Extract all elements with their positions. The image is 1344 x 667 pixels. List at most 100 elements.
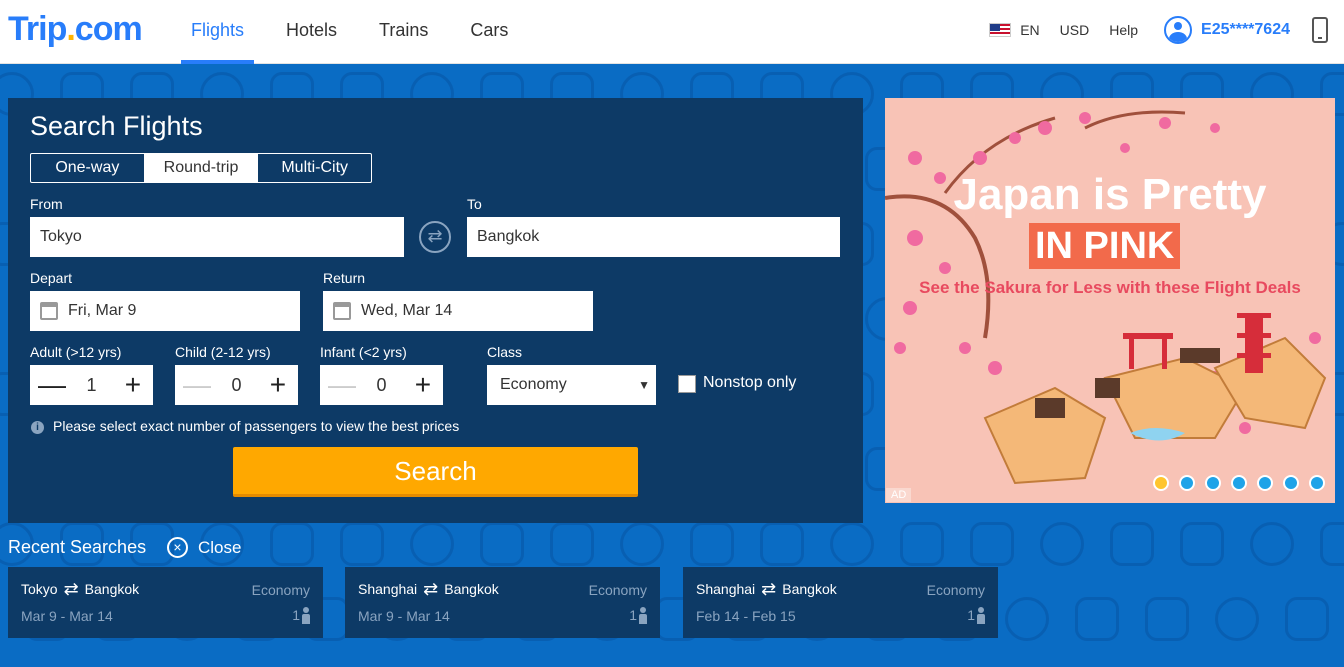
help-link[interactable]: Help [1109, 22, 1138, 38]
infant-plus-button[interactable]: + [411, 371, 435, 399]
recent-search-card[interactable]: Tokyo ⇄ Bangkok Economy Mar 9 - Mar 14 1 [8, 567, 323, 638]
adult-stepper: — 1 + [30, 365, 153, 405]
route: Shanghai ⇄ Bangkok [358, 579, 499, 599]
tab-one-way[interactable]: One-way [31, 154, 145, 182]
person-icon [639, 607, 647, 624]
adult-plus-button[interactable]: + [121, 371, 145, 399]
chevron-down-icon: ▼ [638, 378, 650, 392]
info-icon: i [31, 421, 44, 434]
to-input[interactable]: Bangkok [467, 217, 840, 257]
carousel-dot[interactable] [1309, 475, 1325, 491]
travel-dates: Mar 9 - Mar 14 [21, 608, 113, 624]
child-minus-button[interactable]: — [183, 371, 211, 399]
carousel-dot[interactable] [1153, 475, 1169, 491]
header-right: EN USD Help E25****7624 [989, 0, 1344, 60]
route: Tokyo ⇄ Bangkok [21, 579, 140, 599]
origin-city: Shanghai [696, 581, 756, 597]
nav-cars[interactable]: Cars [449, 0, 529, 64]
currency-selector[interactable]: USD [1060, 22, 1090, 38]
background-pattern-icon [830, 522, 874, 566]
swap-arrows-icon: ⇄ [63, 579, 79, 599]
nonstop-checkbox[interactable] [678, 375, 696, 393]
carousel-dot[interactable] [1179, 475, 1195, 491]
person-icon [302, 607, 310, 624]
return-date-input[interactable]: Wed, Mar 14 [323, 291, 593, 331]
user-id[interactable]: E25****7624 [1201, 21, 1290, 39]
from-input[interactable]: Tokyo [30, 217, 404, 257]
background-pattern-icon [900, 522, 944, 566]
us-flag-icon[interactable] [989, 23, 1012, 37]
tab-round-trip[interactable]: Round-trip [144, 154, 259, 182]
passenger-info-text: Please select exact number of passengers… [53, 418, 460, 434]
carousel-dot[interactable] [1231, 475, 1247, 491]
recent-search-card[interactable]: Shanghai ⇄ Bangkok Economy Mar 9 - Mar 1… [345, 567, 660, 638]
background-pattern-icon [620, 522, 664, 566]
background-pattern-icon [690, 522, 734, 566]
background-pattern-icon [970, 522, 1014, 566]
panel-title: Search Flights [30, 111, 203, 141]
close-icon[interactable]: × [167, 537, 188, 558]
recent-searches-title: Recent Searches [8, 537, 147, 557]
flight-search-panel: Search Flights One-way Round-trip Multi-… [8, 98, 863, 523]
carousel-dot[interactable] [1257, 475, 1273, 491]
cabin-class: Economy [251, 582, 310, 598]
destination-city: Bangkok [84, 581, 140, 597]
mobile-app-icon[interactable] [1312, 17, 1328, 43]
recent-search-card[interactable]: Shanghai ⇄ Bangkok Economy Feb 14 - Feb … [683, 567, 998, 638]
language-selector[interactable]: EN [1020, 22, 1039, 38]
calendar-icon [333, 302, 351, 320]
close-recent-button[interactable]: Close [198, 538, 241, 558]
destination-city: Bangkok [782, 581, 837, 597]
depart-date-value: Fri, Mar 9 [68, 302, 137, 319]
to-label: To [467, 196, 482, 212]
nonstop-label[interactable]: Nonstop only [703, 374, 796, 392]
child-plus-button[interactable]: + [266, 371, 290, 399]
carousel-dot[interactable] [1205, 475, 1221, 491]
travel-dates: Mar 9 - Mar 14 [358, 608, 450, 624]
top-navigation-bar: Trip.com Flights Hotels Trains Cars EN U… [0, 0, 1344, 64]
background-pattern-icon [1320, 522, 1344, 566]
from-label: From [30, 196, 63, 212]
background-pattern-icon [340, 522, 384, 566]
depart-date-input[interactable]: Fri, Mar 9 [30, 291, 300, 331]
return-date-value: Wed, Mar 14 [361, 302, 453, 319]
ad-headline: Japan is Pretty [953, 170, 1267, 219]
background-pattern-icon [1145, 597, 1189, 641]
travel-dates: Feb 14 - Feb 15 [696, 608, 796, 624]
cabin-class-value: Economy [500, 376, 567, 393]
background-pattern-icon [410, 522, 454, 566]
swap-arrows-icon: ⇄ [423, 579, 439, 599]
background-pattern-icon [480, 522, 524, 566]
person-icon [977, 607, 985, 624]
cabin-class-select[interactable]: Economy ▼ [487, 365, 656, 405]
adult-label: Adult (>12 yrs) [30, 344, 122, 360]
background-pattern-icon [270, 522, 314, 566]
background-pattern-icon [1005, 597, 1049, 641]
background-pattern-icon [1110, 522, 1154, 566]
origin-city: Tokyo [21, 581, 58, 597]
tab-multi-city[interactable]: Multi-City [258, 154, 371, 182]
passenger-count: 1 [967, 607, 985, 624]
infant-minus-button[interactable]: — [328, 371, 356, 399]
background-pattern-icon [1250, 522, 1294, 566]
user-account[interactable]: E25****7624 [1164, 16, 1290, 44]
nav-trains[interactable]: Trains [358, 0, 449, 64]
background-pattern-icon [1215, 597, 1259, 641]
background-pattern-icon [550, 522, 594, 566]
swap-cities-icon[interactable]: ⇄ [419, 221, 451, 253]
child-label: Child (2-12 yrs) [175, 344, 271, 360]
adult-minus-button[interactable]: — [38, 371, 66, 399]
background-pattern-icon [1285, 597, 1329, 641]
child-stepper: — 0 + [175, 365, 298, 405]
search-button[interactable]: Search [233, 447, 638, 497]
ad-subtitle: See the Sakura for Less with these Fligh… [919, 278, 1301, 297]
route: Shanghai ⇄ Bangkok [696, 580, 837, 598]
return-label: Return [323, 270, 366, 286]
trip-logo[interactable]: Trip.com [8, 10, 143, 49]
carousel-dot[interactable] [1283, 475, 1299, 491]
nav-hotels[interactable]: Hotels [265, 0, 358, 64]
background-pattern-icon [1180, 522, 1224, 566]
nav-flights[interactable]: Flights [170, 0, 265, 64]
sakura-illustration [885, 110, 1327, 485]
promo-banner[interactable]: Japan is Pretty IN PINK See the Sakura f… [885, 98, 1335, 503]
